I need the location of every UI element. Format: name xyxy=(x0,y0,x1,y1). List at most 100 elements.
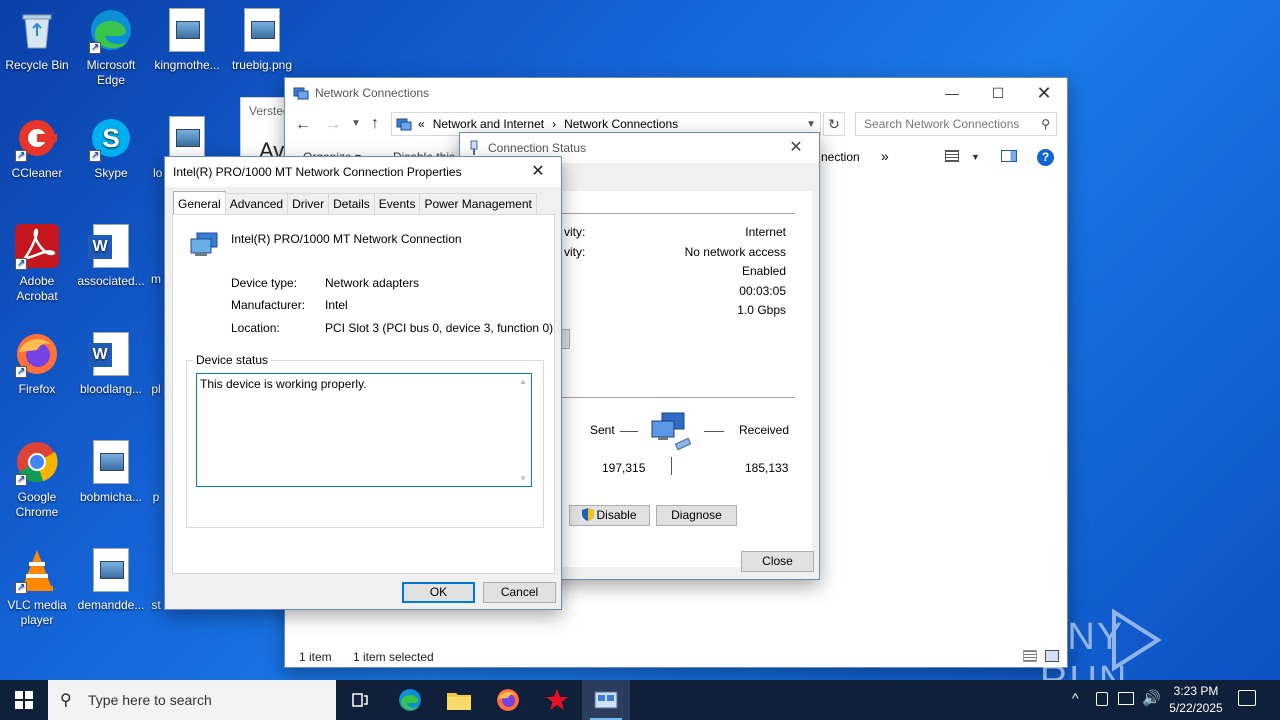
tray-device-icon[interactable] xyxy=(1096,692,1108,706)
diagnose-button[interactable]: Diagnose xyxy=(656,505,737,526)
network-tray-icon[interactable] xyxy=(1118,692,1134,705)
close-dialog-button[interactable]: Close xyxy=(741,551,814,572)
breadcrumb-network-and-internet[interactable]: Network and Internet xyxy=(433,117,544,131)
vlc-icon xyxy=(15,548,59,595)
status-value: 1.0 Gbps xyxy=(737,303,786,317)
refresh-icon[interactable]: ↻ xyxy=(823,112,845,136)
taskbar-search-input[interactable]: Type here to search xyxy=(88,692,212,708)
desktop-icon-label: m xyxy=(151,272,161,286)
clock-date: 5/22/2025 xyxy=(1169,701,1223,715)
disable-button[interactable]: Disable xyxy=(569,505,650,526)
desktop-icon-label: truebig.png xyxy=(231,58,293,72)
task-view-button[interactable] xyxy=(336,680,384,720)
taskbar-firefox[interactable] xyxy=(484,680,532,720)
scroll-up-icon[interactable]: ▲ xyxy=(519,377,527,386)
location-value: PCI Slot 3 (PCI bus 0, device 3, functio… xyxy=(325,321,554,335)
device-status-textbox[interactable]: This device is working properly. ▲ ▼ xyxy=(196,373,532,487)
maximize-button[interactable]: ☐ xyxy=(975,78,1021,108)
window-title: Network Connections xyxy=(315,86,430,100)
start-button[interactable] xyxy=(0,680,48,720)
folder-icon xyxy=(447,693,471,710)
close-button[interactable]: ✕ xyxy=(1021,78,1067,108)
desktop-icon-pl[interactable]: pl xyxy=(146,382,166,397)
change-view-icon[interactable] xyxy=(945,150,959,162)
scroll-down-icon[interactable]: ▼ xyxy=(519,474,527,483)
ok-button[interactable]: OK xyxy=(402,582,475,603)
desktop-icon-vlc[interactable]: VLC media player xyxy=(0,548,74,628)
status-label: vity: xyxy=(564,225,586,239)
desktop-icon-label: p xyxy=(152,490,160,504)
tab-events[interactable]: Events xyxy=(373,193,421,214)
desktop-icon-p[interactable]: p xyxy=(146,490,166,505)
tab-driver[interactable]: Driver xyxy=(287,193,330,214)
desktop-icon-demandde[interactable]: demandde... xyxy=(74,548,148,613)
desktop-icon-bloodlang[interactable]: W bloodlang... xyxy=(74,332,148,397)
properties-titlebar[interactable]: Intel(R) PRO/1000 MT Network Connection … xyxy=(165,157,561,187)
back-arrow-icon[interactable]: ← xyxy=(295,116,311,134)
details-view-icon[interactable] xyxy=(1023,650,1037,662)
recent-locations-icon[interactable]: ▼ xyxy=(351,118,361,129)
task-view-icon xyxy=(352,693,368,707)
desktop-icon-bobmicha[interactable]: bobmicha... xyxy=(74,440,148,505)
desktop-icon-adobe-acrobat[interactable]: Adobe Acrobat xyxy=(0,224,74,304)
breadcrumb-overflow[interactable]: « xyxy=(418,117,425,131)
device-type-value: Network adapters xyxy=(325,276,420,290)
desktop-icon-truebig[interactable]: truebig.png xyxy=(225,8,299,73)
show-hidden-icons-icon[interactable]: ^ xyxy=(1072,690,1079,706)
close-button[interactable]: ✕ xyxy=(515,157,561,187)
tab-power-management[interactable]: Power Management xyxy=(419,193,537,214)
status-row-ipv4: vity: Internet xyxy=(564,225,786,239)
desktop-icon-ccleaner[interactable]: CCleaner xyxy=(0,116,74,181)
breadcrumb-network-connections[interactable]: Network Connections xyxy=(564,117,678,131)
taskbar-network-connections[interactable] xyxy=(582,680,630,720)
disable-label: Disable xyxy=(596,508,637,522)
sent-bytes-value: 197,315 xyxy=(602,461,646,475)
adapter-properties-dialog[interactable]: Intel(R) PRO/1000 MT Network Connection … xyxy=(164,156,562,610)
toolbar-more-button[interactable]: » xyxy=(881,148,889,164)
device-type-label: Device type: xyxy=(231,276,298,290)
desktop-icon-st[interactable]: st xyxy=(146,598,166,613)
desktop-icon-label: Skype xyxy=(94,166,128,180)
desktop-icon-associated[interactable]: W associated... xyxy=(74,224,148,289)
up-arrow-icon[interactable]: ↑ xyxy=(371,115,379,133)
desktop-icon-google-chrome[interactable]: Google Chrome xyxy=(0,440,74,520)
tab-general[interactable]: General xyxy=(173,191,226,214)
status-row-ipv6: vity: No network access xyxy=(564,245,786,259)
skype-icon: S xyxy=(89,116,133,163)
minimize-button[interactable]: — xyxy=(929,78,975,108)
notifications-icon[interactable] xyxy=(1238,690,1256,706)
network-activity-icon xyxy=(650,411,696,453)
cancel-button[interactable]: Cancel xyxy=(483,582,556,603)
desktop-icon-m[interactable]: m xyxy=(146,272,166,287)
preview-pane-icon[interactable] xyxy=(1001,150,1017,162)
desktop-icon-kingmothe[interactable]: kingmothe... xyxy=(150,8,224,73)
close-button[interactable]: ✕ xyxy=(773,133,819,163)
forward-arrow-icon[interactable]: → xyxy=(325,116,341,134)
tab-details[interactable]: Details xyxy=(328,193,375,214)
taskbar-file-explorer[interactable] xyxy=(435,680,483,720)
search-icon: ⚲ xyxy=(1041,117,1050,131)
taskbar-edge[interactable] xyxy=(386,680,434,720)
search-input[interactable]: Search Network Connections xyxy=(864,117,1019,131)
address-dropdown-icon[interactable]: ▼ xyxy=(806,119,816,130)
image-file-icon xyxy=(165,116,209,160)
toolbar-connection-partial[interactable]: nection xyxy=(821,150,860,164)
desktop-icon-label: associated... xyxy=(77,274,145,288)
network-adapter-icon xyxy=(189,231,219,259)
help-icon[interactable]: ? xyxy=(1037,149,1054,166)
desktop-icon-recycle-bin[interactable]: Recycle Bin xyxy=(0,8,74,73)
device-status-legend: Device status xyxy=(193,353,272,367)
desktop-icon-microsoft-edge[interactable]: Microsoft Edge xyxy=(74,8,148,88)
tab-advanced[interactable]: Advanced xyxy=(224,193,289,214)
search-box[interactable]: Search Network Connections ⚲ xyxy=(855,112,1057,136)
taskbar-search-box[interactable]: ⚲ Type here to search xyxy=(48,680,336,720)
desktop-icon-skype[interactable]: S Skype xyxy=(74,116,148,181)
volume-icon[interactable]: 🔊 xyxy=(1142,689,1161,707)
network-plug-icon xyxy=(468,140,480,156)
desktop-icon-firefox[interactable]: Firefox xyxy=(0,332,74,397)
view-dropdown-icon[interactable]: ▼ xyxy=(971,152,980,162)
uac-shield-icon xyxy=(582,508,595,521)
taskbar-red-star-app[interactable] xyxy=(533,680,581,720)
clock[interactable]: 3:23 PM 5/22/2025 xyxy=(1160,683,1232,717)
desktop-icon-label: CCleaner xyxy=(11,166,63,180)
